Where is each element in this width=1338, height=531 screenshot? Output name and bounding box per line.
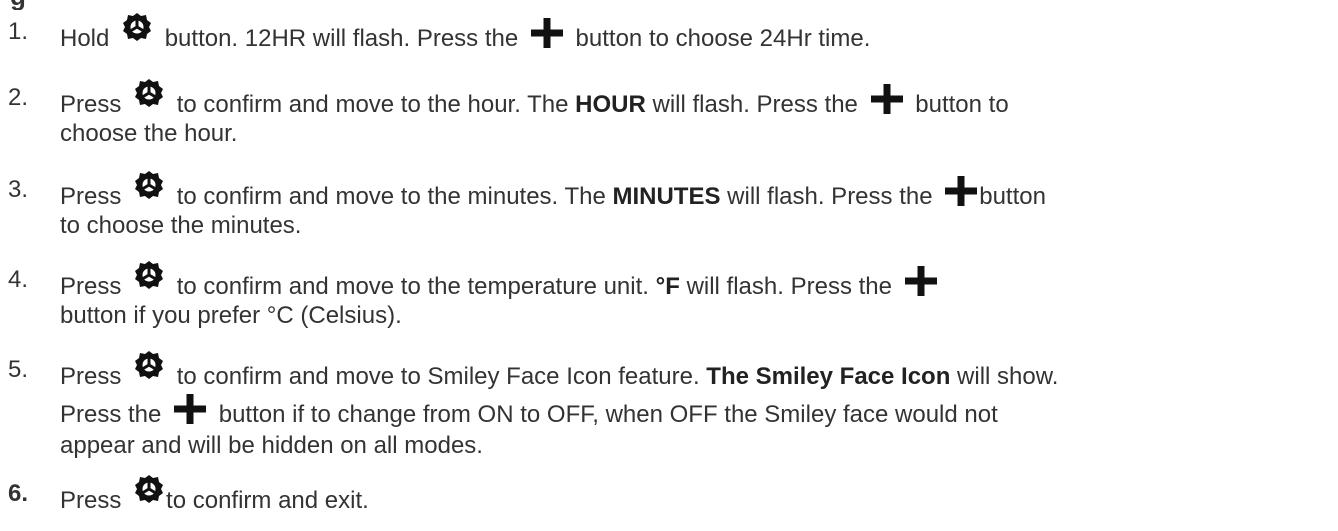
step-text: Press bbox=[60, 487, 122, 514]
gear-icon bbox=[134, 474, 164, 504]
step-line: Hold button. 12HR will flash. Press the … bbox=[60, 13, 871, 55]
step-number: 3. bbox=[8, 176, 29, 203]
step-bold-term: MINUTES bbox=[612, 183, 721, 210]
step-text: button to choose 24Hr time. bbox=[575, 25, 871, 52]
step-number: 1. bbox=[8, 18, 29, 45]
step-text: to confirm and move to the hour. The bbox=[176, 91, 569, 118]
step-bold-term: HOUR bbox=[575, 91, 646, 118]
step-text: Hold bbox=[60, 25, 110, 52]
step-number: 4. bbox=[8, 266, 29, 293]
step-text: button if to change from ON to OFF, when… bbox=[218, 401, 998, 428]
step-line: to choose the minutes. bbox=[60, 212, 302, 239]
step-text: Press bbox=[60, 273, 122, 300]
step-text: to confirm and move to the minutes. The bbox=[176, 183, 606, 210]
step-line: Press to confirm and move to the minutes… bbox=[60, 171, 1046, 213]
step-bold-term: °F bbox=[655, 273, 680, 300]
step-number: 5. bbox=[8, 356, 29, 383]
gear-icon bbox=[134, 260, 164, 290]
step-line: button if you prefer °C (Celsius). bbox=[60, 302, 402, 329]
plus-icon bbox=[530, 18, 563, 48]
step-text: will flash. Press the bbox=[652, 91, 858, 118]
step-text: button. 12HR will flash. Press the bbox=[164, 25, 519, 52]
step-text: Press bbox=[60, 91, 122, 118]
step-line: Press to confirm and move to the hour. T… bbox=[60, 79, 1009, 121]
step-text: to confirm and move to Smiley Face Icon … bbox=[176, 363, 700, 390]
plus-icon bbox=[904, 266, 937, 296]
step-text: to confirm and move to the temperature u… bbox=[176, 273, 649, 300]
step-text: button bbox=[979, 183, 1046, 210]
step-text: Press the bbox=[60, 401, 162, 428]
plus-icon bbox=[870, 84, 903, 114]
step-line: Press the button if to change from ON to… bbox=[60, 392, 998, 431]
step-line: Press to confirm and exit. bbox=[60, 475, 369, 517]
step-text: will flash. Press the bbox=[727, 183, 933, 210]
heading-text: g bbox=[10, 0, 26, 10]
step-text: will show. bbox=[957, 363, 1059, 390]
gear-icon bbox=[122, 12, 152, 42]
step-line: Press to confirm and move to Smiley Face… bbox=[60, 351, 1059, 393]
gear-icon bbox=[134, 170, 164, 200]
gear-icon bbox=[134, 350, 164, 380]
step-text: button to bbox=[915, 91, 1009, 118]
step-line: Press to confirm and move to the tempera… bbox=[60, 261, 943, 303]
plus-icon bbox=[174, 394, 207, 424]
step-text: Press bbox=[60, 363, 122, 390]
heading-fragment: g bbox=[10, 0, 70, 10]
plus-icon bbox=[945, 176, 978, 206]
step-text: to confirm and exit. bbox=[166, 487, 369, 514]
step-text: will flash. Press the bbox=[686, 273, 892, 300]
gear-icon bbox=[134, 78, 164, 108]
step-line: choose the hour. bbox=[60, 120, 238, 147]
step-number: 2. bbox=[8, 84, 29, 111]
step-bold-term: The Smiley Face Icon bbox=[706, 363, 951, 390]
step-number: 6. bbox=[8, 480, 29, 507]
step-text: Press bbox=[60, 183, 122, 210]
step-line: appear and will be hidden on all modes. bbox=[60, 432, 483, 459]
